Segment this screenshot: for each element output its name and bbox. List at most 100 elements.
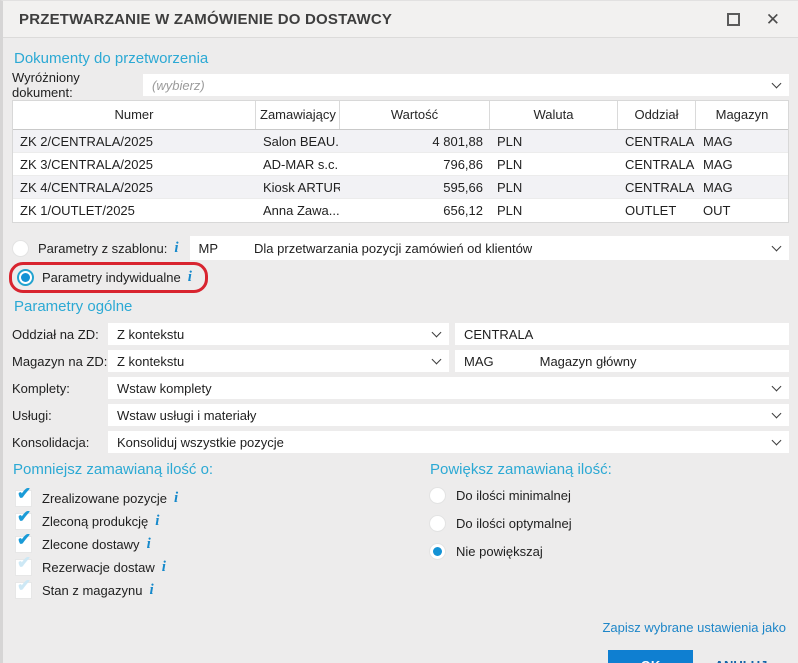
info-icon[interactable]: i	[162, 559, 166, 576]
uslugi-select-value: Wstaw usługi i materiały	[117, 407, 257, 423]
table-row[interactable]: ZK 3/CENTRALA/2025 AD-MAR s.c. 796,86 PL…	[13, 153, 788, 176]
decrease-section-header: Pomniejsz zamawianą ilość o:	[13, 461, 214, 478]
table-body: ZK 2/CENTRALA/2025 Salon BEAU... 4 801,8…	[13, 130, 788, 222]
radio-dot	[21, 273, 30, 282]
chevron-down-icon	[431, 354, 442, 364]
cell-wartosc: 595,66	[443, 179, 483, 195]
cell-waluta: PLN	[497, 133, 523, 149]
checkbox-checked-icon: ✔	[15, 507, 32, 530]
individual-params-radio[interactable]	[17, 269, 34, 286]
save-settings-link[interactable]: Zapisz wybrane ustawienia jako	[602, 620, 786, 635]
template-params-label: Parametry z szablonu:	[38, 240, 168, 256]
column-header-numer[interactable]: Numer	[13, 101, 256, 129]
window-title: PRZETWARZANIE W ZAMÓWIENIE DO DOSTAWCY	[19, 10, 393, 28]
decrease-section: Pomniejsz zamawianą ilość o: ✔ Zrealizow…	[12, 461, 429, 602]
checkbox-stan-z-magazynu[interactable]: ✔ Stan z magazynu i	[12, 576, 429, 602]
cell-magazyn: MAG	[703, 133, 733, 149]
oddzial-select[interactable]: Z kontekstu	[108, 323, 449, 345]
template-select[interactable]: MP Dla przetwarzania pozycji zamówień od…	[189, 236, 789, 260]
cell-oddzial: OUTLET	[625, 203, 677, 218]
param-label: Usługi:	[12, 407, 52, 423]
info-icon[interactable]: i	[149, 582, 153, 599]
komplety-select[interactable]: Wstaw komplety	[108, 377, 789, 399]
cell-oddzial: CENTRALA	[625, 179, 695, 195]
info-icon[interactable]: i	[155, 513, 159, 530]
ok-button[interactable]: OK	[608, 650, 693, 663]
checkbox-zrealizowane-pozycje[interactable]: ✔ Zrealizowane pozycje i	[12, 484, 429, 510]
checkbox-checked-icon: ✔	[15, 530, 32, 553]
oddzial-select-value: Z kontekstu	[117, 326, 185, 342]
template-params-row: Parametry z szablonu: i MP Dla przetwarz…	[12, 236, 789, 260]
param-row-magazyn: Magazyn na ZD: Z kontekstu MAG Magazyn g…	[12, 350, 789, 372]
column-header-magazyn[interactable]: Magazyn	[696, 101, 788, 129]
cell-numer: ZK 3/CENTRALA/2025	[20, 156, 153, 172]
param-row-komplety: Komplety: Wstaw komplety	[12, 377, 789, 399]
dialog-buttons: OK ANULUJ	[12, 650, 789, 663]
param-row-oddzial: Oddział na ZD: Z kontekstu CENTRALA	[12, 323, 789, 345]
radio-do-ilosci-minimalnej[interactable]: Do ilości minimalnej	[429, 487, 789, 504]
table-row[interactable]: ZK 1/OUTLET/2025 Anna Zawa... 656,12 PLN…	[13, 199, 788, 222]
cell-numer: ZK 1/OUTLET/2025	[20, 203, 135, 218]
komplety-select-value: Wstaw komplety	[117, 380, 212, 396]
increase-section: Powiększ zamawianą ilość: Do ilości mini…	[429, 461, 789, 602]
highlighted-document-select[interactable]: (wybierz)	[143, 74, 789, 96]
table-row[interactable]: ZK 4/CENTRALA/2025 Kiosk ARTUR 595,66 PL…	[13, 176, 788, 199]
bottom-sections: Pomniejsz zamawianą ilość o: ✔ Zrealizow…	[12, 461, 789, 602]
cell-waluta: PLN	[497, 179, 523, 195]
template-value: Dla przetwarzania pozycji zamówień od kl…	[254, 240, 533, 256]
oddzial-value: CENTRALA	[464, 326, 534, 342]
radio-selected-icon	[429, 543, 446, 560]
maximize-icon[interactable]	[726, 12, 740, 26]
cancel-button[interactable]: ANULUJ	[693, 657, 789, 663]
info-icon[interactable]: i	[174, 490, 178, 507]
radio-dot	[433, 547, 442, 556]
param-label: Konsolidacja:	[12, 434, 90, 450]
checkbox-unchecked-icon: ✔	[15, 553, 32, 576]
documents-section-header: Dokumenty do przetworzenia	[14, 50, 209, 67]
param-label: Oddział na ZD:	[12, 326, 99, 342]
cell-magazyn: OUT	[703, 203, 731, 218]
checkbox-zlecona-produkcje[interactable]: ✔ Zleconą produkcję i	[12, 507, 429, 533]
general-params-header: Parametry ogólne	[14, 298, 133, 315]
column-header-waluta[interactable]: Waluta	[490, 101, 618, 129]
cell-zamawiajacy: Salon BEAU...	[263, 133, 340, 149]
checkbox-zlecone-dostawy[interactable]: ✔ Zlecone dostawy i	[12, 530, 429, 556]
table-header-row: Numer Zamawiający Wartość Waluta Oddział…	[13, 101, 788, 130]
checkbox-rezerwacje-dostaw[interactable]: ✔ Rezerwacje dostaw i	[12, 553, 429, 579]
cell-oddzial: CENTRALA	[625, 133, 695, 149]
annotation-highlight: Parametry indywidualne i	[9, 262, 208, 293]
radio-do-ilosci-optymalnej[interactable]: Do ilości optymalnej	[429, 515, 789, 532]
cell-zamawiajacy: Kiosk ARTUR	[263, 179, 340, 195]
cell-waluta: PLN	[497, 156, 523, 172]
chevron-down-icon	[771, 381, 782, 391]
cell-magazyn: MAG	[703, 179, 733, 195]
table-row[interactable]: ZK 2/CENTRALA/2025 Salon BEAU... 4 801,8…	[13, 130, 788, 153]
cell-oddzial: CENTRALA	[625, 156, 695, 172]
info-icon[interactable]: i	[147, 536, 151, 553]
column-header-wartosc[interactable]: Wartość	[340, 101, 490, 129]
chevron-down-icon	[771, 435, 782, 445]
chevron-down-icon	[771, 241, 782, 251]
individual-params-label: Parametry indywidualne	[42, 270, 181, 285]
magazyn-value-field: MAG Magazyn główny	[455, 350, 789, 372]
documents-table: Numer Zamawiający Wartość Waluta Oddział…	[12, 100, 789, 223]
info-icon[interactable]: i	[188, 269, 192, 286]
close-icon[interactable]: ✕	[766, 11, 780, 28]
param-label: Komplety:	[12, 380, 70, 396]
oddzial-value-field: CENTRALA	[455, 323, 789, 345]
radio-nie-powiekszaj[interactable]: Nie powiększaj	[429, 543, 789, 560]
processing-dialog: PRZETWARZANIE W ZAMÓWIENIE DO DOSTAWCY ✕…	[0, 0, 798, 663]
konsolidacja-select[interactable]: Konsoliduj wszystkie pozycje	[108, 431, 789, 453]
template-params-radio[interactable]	[12, 239, 29, 257]
param-row-uslugi: Usługi: Wstaw usługi i materiały	[12, 404, 789, 426]
param-label: Magazyn na ZD:	[12, 353, 108, 369]
magazyn-select-value: Z kontekstu	[117, 353, 185, 369]
dialog-content: Dokumenty do przetworzenia Wyróżniony do…	[3, 50, 798, 663]
info-icon[interactable]: i	[174, 240, 178, 257]
chevron-down-icon	[771, 78, 782, 88]
column-header-oddzial[interactable]: Oddział	[618, 101, 696, 129]
uslugi-select[interactable]: Wstaw usługi i materiały	[108, 404, 789, 426]
cell-wartosc: 656,12	[443, 203, 483, 218]
magazyn-select[interactable]: Z kontekstu	[108, 350, 449, 372]
column-header-zamawiajacy[interactable]: Zamawiający	[256, 101, 340, 129]
